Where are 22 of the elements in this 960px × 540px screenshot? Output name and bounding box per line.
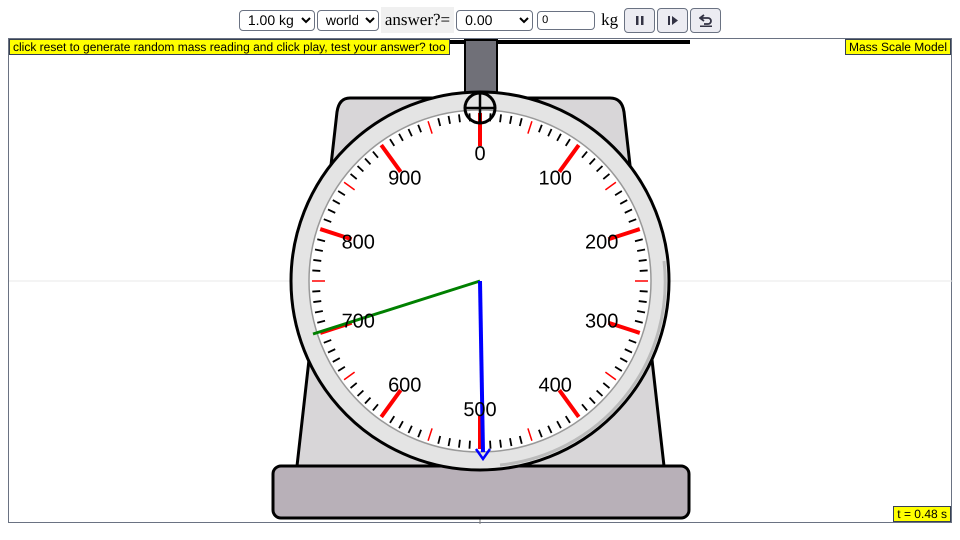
dial-number: 800: [342, 231, 375, 254]
reset-button[interactable]: [690, 8, 722, 32]
answer-select[interactable]: 0.00: [456, 10, 534, 30]
dial-number: 0: [474, 143, 486, 165]
pause-button[interactable]: [624, 8, 656, 32]
dial-number: 200: [585, 231, 618, 254]
step-icon: [666, 14, 679, 26]
answer-label: answer?=: [380, 7, 454, 33]
dial-number: 300: [585, 310, 618, 333]
dial-number: 600: [388, 374, 422, 397]
undo-arrow-icon: [698, 13, 713, 27]
dial-number: 900: [388, 167, 422, 190]
step-button[interactable]: [657, 8, 688, 32]
pause-icon: [634, 14, 646, 26]
answer-input[interactable]: 0: [537, 10, 596, 30]
dial-number: 400: [538, 374, 572, 397]
time-readout: t = 0.48 s: [893, 506, 951, 522]
hint-text: click reset to generate random mass reading and click play, test your answer? too: [9, 39, 450, 55]
unit-label: kg: [600, 9, 620, 32]
dial-number: 100: [538, 167, 572, 190]
mass-select[interactable]: 1.00 kg: [238, 10, 315, 30]
model-title: Mass Scale Model: [844, 39, 951, 55]
